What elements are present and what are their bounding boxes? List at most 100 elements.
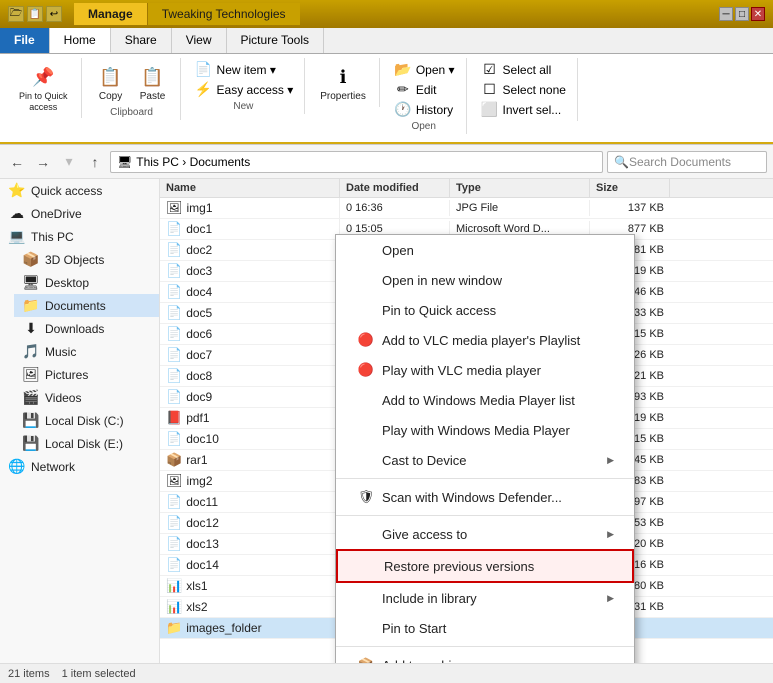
- history-button[interactable]: 🕐 History: [390, 100, 458, 119]
- invert-selection-button[interactable]: ⬜ Invert sel...: [477, 100, 569, 119]
- file-name-cell: 📄 doc5: [160, 303, 340, 323]
- context-menu-item-pin-quick-access[interactable]: Pin to Quick access: [336, 295, 634, 325]
- table-row[interactable]: 🖼 img1 0 16:36 JPG File 137 KB: [160, 198, 773, 219]
- tab-picture-tools[interactable]: Picture Tools: [227, 28, 324, 53]
- open-button[interactable]: 📂 Open ▾: [390, 60, 458, 79]
- forward-button[interactable]: →: [32, 151, 54, 173]
- up-button[interactable]: ↑: [84, 151, 106, 173]
- cm-item-label: Restore previous versions: [384, 559, 534, 574]
- sidebar-item-downloads[interactable]: ⬇ Downloads: [14, 317, 159, 340]
- context-menu-item-scan-defender[interactable]: 🛡 Scan with Windows Defender...: [336, 482, 634, 512]
- file-name-cell: 📄 doc11: [160, 492, 340, 512]
- col-type[interactable]: Type: [450, 179, 590, 197]
- context-menu-item-open[interactable]: Open: [336, 235, 634, 265]
- context-menu-item-add-vlc-playlist[interactable]: 🔴 Add to VLC media player's Playlist: [336, 325, 634, 355]
- sidebar-item-local-disk-e[interactable]: 💾 Local Disk (E:): [14, 432, 159, 455]
- sidebar-item-quick-access[interactable]: ⭐ Quick access: [0, 179, 159, 202]
- sidebar-item-pictures[interactable]: 🖼 Pictures: [14, 363, 159, 386]
- select-none-button[interactable]: ☐ Select none: [477, 80, 569, 99]
- context-menu-item-play-vlc[interactable]: 🔴 Play with VLC media player: [336, 355, 634, 385]
- context-menu-item-cast-device[interactable]: Cast to Device: [336, 445, 634, 475]
- tab-home[interactable]: Home: [50, 28, 111, 53]
- cm-item-icon: [356, 618, 376, 638]
- context-menu-item-include-library[interactable]: Include in library: [336, 583, 634, 613]
- maximize-button[interactable]: □: [735, 7, 749, 21]
- pictures-label: Pictures: [45, 368, 88, 382]
- new-item-button[interactable]: 📄 New item ▾: [191, 60, 297, 79]
- cm-item-label: Play with Windows Media Player: [382, 423, 570, 438]
- context-menu-item-add-wmp[interactable]: Add to Windows Media Player list: [336, 385, 634, 415]
- context-menu-item-play-wmp[interactable]: Play with Windows Media Player: [336, 415, 634, 445]
- col-size[interactable]: Size: [590, 179, 670, 197]
- 3d-objects-icon: 📦: [22, 251, 40, 268]
- address-text: This PC › Documents: [136, 155, 250, 169]
- search-box[interactable]: 🔍 Search Documents: [607, 151, 767, 173]
- tab-view[interactable]: View: [172, 28, 227, 53]
- cm-item-label: Include in library: [382, 591, 477, 606]
- sidebar-item-onedrive[interactable]: ☁ OneDrive: [0, 202, 159, 225]
- properties-button[interactable]: ℹ Properties: [315, 60, 371, 105]
- sidebar-item-network[interactable]: 🌐 Network: [0, 455, 159, 478]
- local-disk-c-icon: 💾: [22, 412, 40, 429]
- local-disk-c-label: Local Disk (C:): [45, 414, 124, 428]
- select-all-button[interactable]: ☑ Select all: [477, 60, 569, 79]
- selected-info: 1 item selected: [62, 668, 136, 680]
- file-name-cell: 📄 doc10: [160, 429, 340, 449]
- file-name-cell: 📄 doc4: [160, 282, 340, 302]
- col-modified[interactable]: Date modified: [340, 179, 450, 197]
- edit-button[interactable]: ✏ Edit: [390, 80, 458, 99]
- file-name: doc9: [186, 390, 212, 404]
- minimize-button[interactable]: ─: [719, 7, 733, 21]
- recent-locations-button[interactable]: ▾: [58, 151, 80, 173]
- context-menu-item-pin-start[interactable]: Pin to Start: [336, 613, 634, 643]
- tab-share[interactable]: Share: [111, 28, 172, 53]
- music-icon: 🎵: [22, 343, 40, 360]
- sidebar-item-this-pc[interactable]: 💻 This PC: [0, 225, 159, 248]
- title-tab-manage[interactable]: Manage: [74, 3, 148, 25]
- sidebar-item-music[interactable]: 🎵 Music: [14, 340, 159, 363]
- sidebar-item-local-disk-c[interactable]: 💾 Local Disk (C:): [14, 409, 159, 432]
- easy-access-label: Easy access ▾: [217, 83, 294, 97]
- close-button[interactable]: ✕: [751, 7, 765, 21]
- file-name: images_folder: [186, 621, 261, 635]
- easy-access-button[interactable]: ⚡ Easy access ▾: [191, 80, 297, 99]
- address-bar[interactable]: 🖥 This PC › Documents: [110, 151, 603, 173]
- file-name: rar1: [186, 453, 207, 467]
- file-icon: 📄: [166, 284, 182, 300]
- context-menu-item-add-archive[interactable]: 📦 Add to archive...: [336, 650, 634, 663]
- copy-button[interactable]: 📋 Copy: [92, 60, 130, 105]
- sidebar-item-desktop[interactable]: 🖥 Desktop: [14, 271, 159, 294]
- file-name: doc4: [186, 285, 212, 299]
- sidebar-item-videos[interactable]: 🎬 Videos: [14, 386, 159, 409]
- sidebar-item-3d-objects[interactable]: 📦 3D Objects: [14, 248, 159, 271]
- pin-quick-access-button[interactable]: 📌 Pin to Quickaccess: [14, 60, 73, 116]
- title-bar: 🗁 📋 ↩ Manage Tweaking Technologies ─ □ ✕: [0, 0, 773, 28]
- context-menu-item-restore-prev[interactable]: Restore previous versions: [336, 549, 634, 583]
- context-menu-item-open-new-window[interactable]: Open in new window: [336, 265, 634, 295]
- back-button[interactable]: ←: [6, 151, 28, 173]
- invert-label: Invert sel...: [503, 103, 562, 117]
- file-name-cell: 🖼 img2: [160, 471, 340, 491]
- col-name[interactable]: Name: [160, 179, 340, 197]
- ribbon-group-select: ☑ Select all ☐ Select none ⬜ Invert sel.…: [469, 58, 578, 121]
- cm-item-inner: 🛡 Scan with Windows Defender...: [356, 487, 562, 507]
- cm-item-icon: [356, 300, 376, 320]
- file-name: doc6: [186, 327, 212, 341]
- tab-file[interactable]: File: [0, 28, 50, 53]
- file-name-cell: 📄 doc14: [160, 555, 340, 575]
- file-name-cell: 📄 doc6: [160, 324, 340, 344]
- pin-icon: 📌: [29, 63, 57, 91]
- context-menu-item-give-access[interactable]: Give access to: [336, 519, 634, 549]
- file-type: JPG File: [450, 200, 590, 216]
- documents-label: Documents: [45, 299, 106, 313]
- sidebar-item-documents[interactable]: 📁 Documents: [14, 294, 159, 317]
- title-tab-tweaking[interactable]: Tweaking Technologies: [148, 3, 300, 25]
- search-icon: 🔍: [614, 155, 629, 169]
- paste-button[interactable]: 📋 Paste: [134, 60, 172, 105]
- file-icon: 📄: [166, 368, 182, 384]
- file-name-cell: 📦 rar1: [160, 450, 340, 470]
- file-icon: 📕: [166, 410, 182, 426]
- search-placeholder: Search Documents: [629, 155, 731, 169]
- file-name: doc7: [186, 348, 212, 362]
- cm-item-inner: Pin to Quick access: [356, 300, 496, 320]
